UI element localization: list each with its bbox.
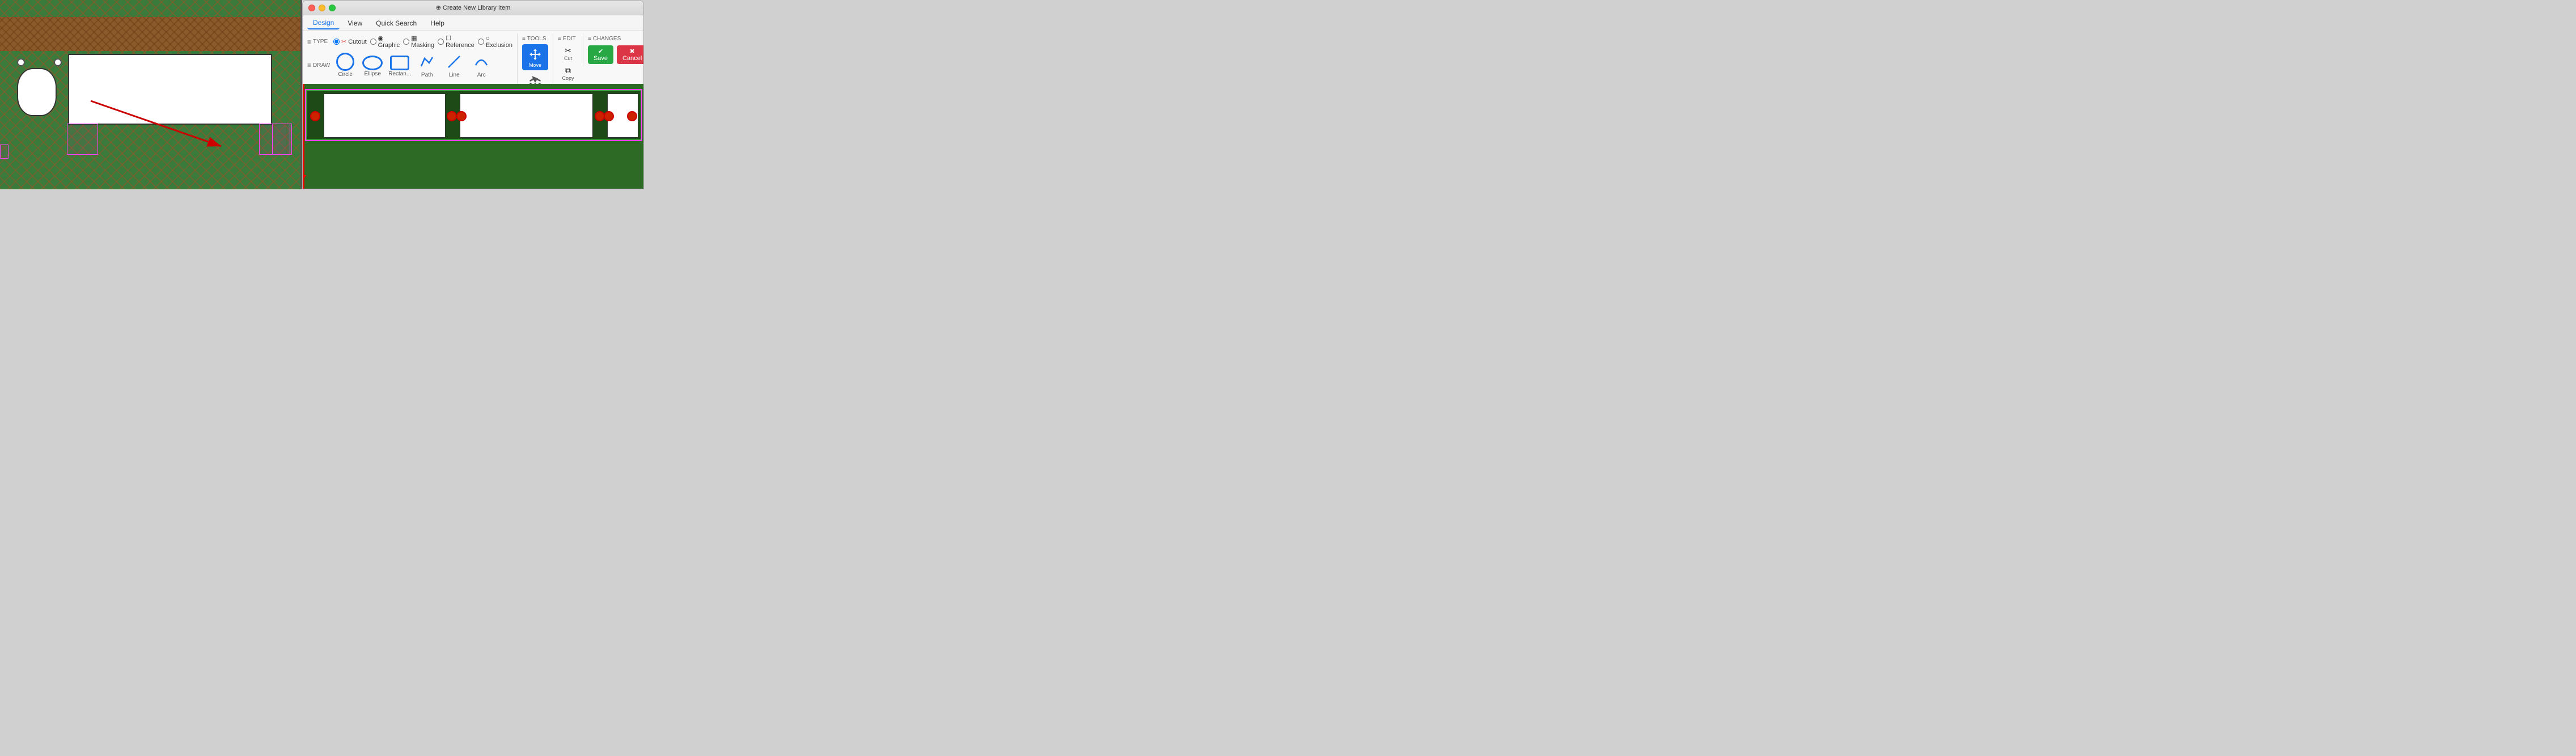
path-icon: [417, 52, 437, 71]
edit-cut[interactable]: ✂ Cut: [558, 44, 578, 63]
type-row: TYPE ✂ Cutout ◉ Graphic ▦ Masking ☐ Refe…: [307, 35, 512, 49]
draw-label: DRAW: [307, 61, 330, 69]
path-label: Path: [421, 72, 433, 78]
ellipse-label: Ellipse: [364, 71, 380, 77]
close-button[interactable]: [308, 5, 315, 11]
title-bar: ⊕ Create New Library Item: [303, 1, 643, 15]
cut-icon: ✂: [565, 46, 571, 56]
pad-3: [456, 111, 467, 121]
type-draw-panel: TYPE ✂ Cutout ◉ Graphic ▦ Masking ☐ Refe…: [303, 33, 517, 79]
tools-header: TOOLS: [522, 36, 548, 42]
pink-selection-1: [67, 124, 98, 155]
type-option-graphic[interactable]: ◉ Graphic: [370, 35, 400, 49]
traffic-lights: [308, 5, 336, 11]
white-rect-area: [68, 54, 272, 125]
window-title: ⊕ Create New Library Item: [436, 4, 510, 11]
ellipse-icon: [362, 56, 383, 70]
draw-tool-circle[interactable]: Circle: [333, 53, 357, 78]
connector-slot-1: [324, 94, 446, 138]
type-label: TYPE: [307, 38, 330, 46]
panel-divider: [300, 0, 302, 189]
pink-selection-4: [0, 145, 9, 159]
cancel-button[interactable]: ✖ Cancel: [617, 45, 644, 64]
connector-slot-2: [460, 94, 593, 138]
app-window: ⊕ Create New Library Item Design View Qu…: [302, 0, 644, 189]
menu-item-view[interactable]: View: [342, 18, 368, 29]
line-icon: [444, 52, 464, 71]
draw-row: DRAW Circle Ellipse Rectan...: [307, 52, 512, 78]
type-option-exclusion[interactable]: ○ Exclusion: [478, 35, 512, 49]
menu-item-help[interactable]: Help: [425, 18, 450, 29]
draw-tool-ellipse[interactable]: Ellipse: [361, 54, 384, 77]
board-outline: [306, 90, 642, 141]
brown-stripe: [0, 17, 300, 51]
circle-label: Circle: [338, 71, 353, 78]
copy-label: Copy: [562, 75, 574, 81]
circle-cutout: [17, 68, 57, 116]
menu-item-design[interactable]: Design: [307, 17, 340, 29]
circle-icon: [336, 53, 354, 71]
pcb-board-view: [303, 84, 644, 189]
draw-tool-arc[interactable]: Arc: [469, 52, 493, 78]
pad-1: [310, 111, 320, 121]
save-cancel-row: ✔ Save ✖ Cancel: [588, 45, 644, 64]
type-option-cutout[interactable]: ✂ Cutout: [333, 38, 367, 45]
cut-label: Cut: [564, 56, 572, 61]
pad-5: [604, 111, 614, 121]
save-button[interactable]: ✔ Save: [588, 45, 613, 64]
rectangle-icon: [390, 56, 409, 70]
move-label: Move: [529, 62, 541, 68]
pad-6: [627, 111, 637, 121]
menu-bar: Design View Quick Search Help: [303, 15, 643, 31]
arc-icon: [472, 52, 491, 71]
line-label: Line: [449, 72, 460, 78]
pink-selection-3: [272, 124, 292, 155]
draw-tool-line[interactable]: Line: [442, 52, 466, 78]
copy-icon: ⧉: [565, 66, 571, 75]
changes-header: CHANGES: [588, 36, 644, 42]
maximize-button[interactable]: [329, 5, 336, 11]
draw-tool-path[interactable]: Path: [415, 52, 439, 78]
pin-circle-1: [17, 58, 25, 66]
menu-item-quick-search[interactable]: Quick Search: [370, 18, 422, 29]
move-icon: [527, 46, 543, 62]
type-option-masking[interactable]: ▦ Masking: [403, 35, 434, 49]
rectangle-label: Rectan...: [388, 71, 411, 77]
edge-arrow: [303, 175, 306, 180]
minimize-button[interactable]: [319, 5, 325, 11]
type-option-reference[interactable]: ☐ Reference: [438, 35, 474, 49]
tool-move[interactable]: Move: [522, 44, 548, 70]
draw-tool-rectangle[interactable]: Rectan...: [388, 54, 412, 77]
edit-header: EDIT: [558, 36, 578, 42]
pad-2: [447, 111, 457, 121]
edit-copy[interactable]: ⧉ Copy: [558, 64, 578, 83]
arc-label: Arc: [477, 72, 486, 78]
pcb-left-panel: [0, 0, 300, 189]
changes-panel: CHANGES ✔ Save ✖ Cancel: [583, 33, 644, 66]
edge-indicator-line: [303, 84, 304, 189]
pin-circle-2: [54, 58, 62, 66]
